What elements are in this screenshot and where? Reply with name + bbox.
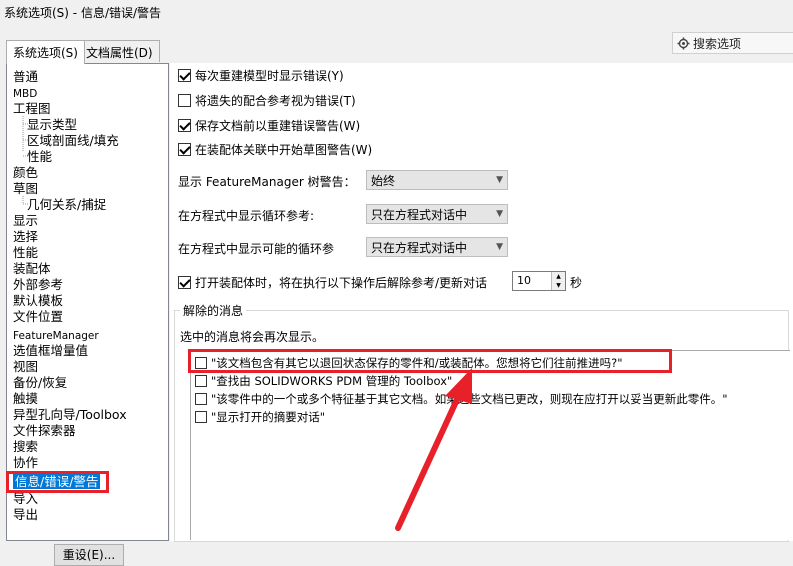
options-tree[interactable]: 普通 MBD 工程图 显示类型 区域剖面线/填充 性能 颜色 草图 几何关系/捕… <box>6 63 169 541</box>
seconds-spinbox[interactable]: 10 ▲ ▼ <box>512 271 566 291</box>
fm-warning-select[interactable]: 始终 ▼ <box>366 170 508 190</box>
tree-item-export[interactable]: 导出 <box>13 507 38 523</box>
tab-document-properties[interactable]: 文档属性(D) <box>79 40 160 62</box>
possible-loop-select[interactable]: 只在方程式对话中 ▼ <box>366 237 508 257</box>
tree-item-drawing-performance[interactable]: 性能 <box>27 149 52 165</box>
tree-item-relations-snaps[interactable]: 几何关系/捕捉 <box>27 197 106 213</box>
dismissed-messages-title: 解除的消息 <box>180 302 247 319</box>
checkbox-open-assembly-dismiss[interactable] <box>178 276 191 289</box>
tree-item-import[interactable]: 导入 <box>13 491 38 507</box>
loop-reference-select[interactable]: 只在方程式对话中 ▼ <box>366 204 508 224</box>
spin-buttons[interactable]: ▲ ▼ <box>551 272 565 290</box>
options-panel: 每次重建模型时显示错误(Y) 将遗失的配合参考视为错误(T) 保存文档前以重建错… <box>170 63 793 542</box>
option-open-assembly-dismiss[interactable]: 打开装配体时，将在执行以下操作后解除参考/更新对话 <box>178 274 487 291</box>
tree-item-display-style[interactable]: 显示类型 <box>27 117 77 133</box>
list-item[interactable]: "显示打开的摘要对话" <box>195 409 325 425</box>
tree-item-mbd[interactable]: MBD <box>13 86 37 102</box>
reset-button[interactable]: 重设(E)... <box>54 544 124 566</box>
tree-item-touch[interactable]: 触摸 <box>13 391 38 407</box>
message-highlight-box <box>188 349 672 373</box>
seconds-unit: 秒 <box>570 276 583 290</box>
tree-item-featuremanager[interactable]: FeatureManager <box>13 328 99 344</box>
option-show-errors-rebuild[interactable]: 每次重建模型时显示错误(Y) <box>178 67 344 84</box>
checkbox-missing-mate-errors[interactable] <box>178 94 191 107</box>
tree-item-search[interactable]: 搜索 <box>13 439 38 455</box>
search-placeholder: 搜索选项 <box>693 36 742 51</box>
tree-item-file-explorer[interactable]: 文件探索器 <box>13 423 76 439</box>
dismissed-messages-hint: 选中的消息将会再次显示。 <box>180 330 325 344</box>
loop-reference-label: 在方程式中显示循环参考: <box>178 209 315 223</box>
tree-item-general[interactable]: 普通 <box>13 69 38 85</box>
tree-selection-highlight <box>6 471 109 493</box>
tree-item-default-templates[interactable]: 默认模板 <box>13 293 63 309</box>
option-sketch-in-assembly-warning[interactable]: 在装配体关联中开始草图警告(W) <box>178 141 372 158</box>
tree-item-external-references[interactable]: 外部参考 <box>13 277 63 293</box>
tree-item-view[interactable]: 视图 <box>13 359 38 375</box>
gear-search-icon <box>677 37 690 49</box>
tree-item-file-locations[interactable]: 文件位置 <box>13 309 63 325</box>
option-warn-before-save[interactable]: 保存文档前以重建错误警告(W) <box>178 117 360 134</box>
chevron-down-icon: ▼ <box>496 209 503 219</box>
tree-item-backup-recover[interactable]: 备份/恢复 <box>13 375 67 391</box>
chevron-down-icon: ▼ <box>496 242 503 252</box>
tree-item-area-hatch[interactable]: 区域剖面线/填充 <box>27 133 119 149</box>
tree-item-drawings[interactable]: 工程图 <box>13 101 51 117</box>
checkbox-sketch-in-assembly-warning[interactable] <box>178 143 191 156</box>
tree-item-selection[interactable]: 选择 <box>13 229 38 245</box>
possible-loop-label: 在方程式中显示可能的循环参 <box>178 242 335 256</box>
list-item[interactable]: "该零件中的一个或多个特征基于其它文档。如果这些文档已更改，则现在应打开以妥当更… <box>195 391 728 407</box>
tree-item-assemblies[interactable]: 装配体 <box>13 261 51 277</box>
window-title: 系统选项(S) - 信息/错误/警告 <box>4 6 162 20</box>
tree-item-performance[interactable]: 性能 <box>13 245 38 261</box>
message-checkbox[interactable] <box>195 393 207 405</box>
tree-item-spin-box-increments[interactable]: 选值框增量值 <box>13 343 88 359</box>
dismissed-messages-list[interactable]: "该文档包含有其它以退回状态保存的零件和/或装配体。您想将它们往前推进吗?" "… <box>190 350 790 540</box>
checkbox-warn-before-save[interactable] <box>178 119 191 132</box>
tab-system-options[interactable]: 系统选项(S) <box>6 40 85 64</box>
option-missing-mate-errors[interactable]: 将遗失的配合参考视为错误(T) <box>178 92 356 109</box>
tree-item-display[interactable]: 显示 <box>13 213 38 229</box>
fm-warning-label: 显示 FeatureManager 树警告： <box>178 175 356 189</box>
search-options-box[interactable]: 搜索选项 <box>672 32 793 54</box>
tree-item-colors[interactable]: 颜色 <box>13 165 38 181</box>
chevron-down-icon: ▼ <box>496 175 503 185</box>
tree-item-hole-wizard-toolbox[interactable]: 异型孔向导/Toolbox <box>13 407 127 423</box>
tree-item-sketch[interactable]: 草图 <box>13 181 38 197</box>
message-checkbox[interactable] <box>195 375 207 387</box>
list-item[interactable]: "查找由 SOLIDWORKS PDM 管理的 Toolbox" <box>195 373 452 389</box>
checkbox-show-errors-rebuild[interactable] <box>178 69 191 82</box>
message-checkbox[interactable] <box>195 411 207 423</box>
tree-item-collaboration[interactable]: 协作 <box>13 455 38 471</box>
